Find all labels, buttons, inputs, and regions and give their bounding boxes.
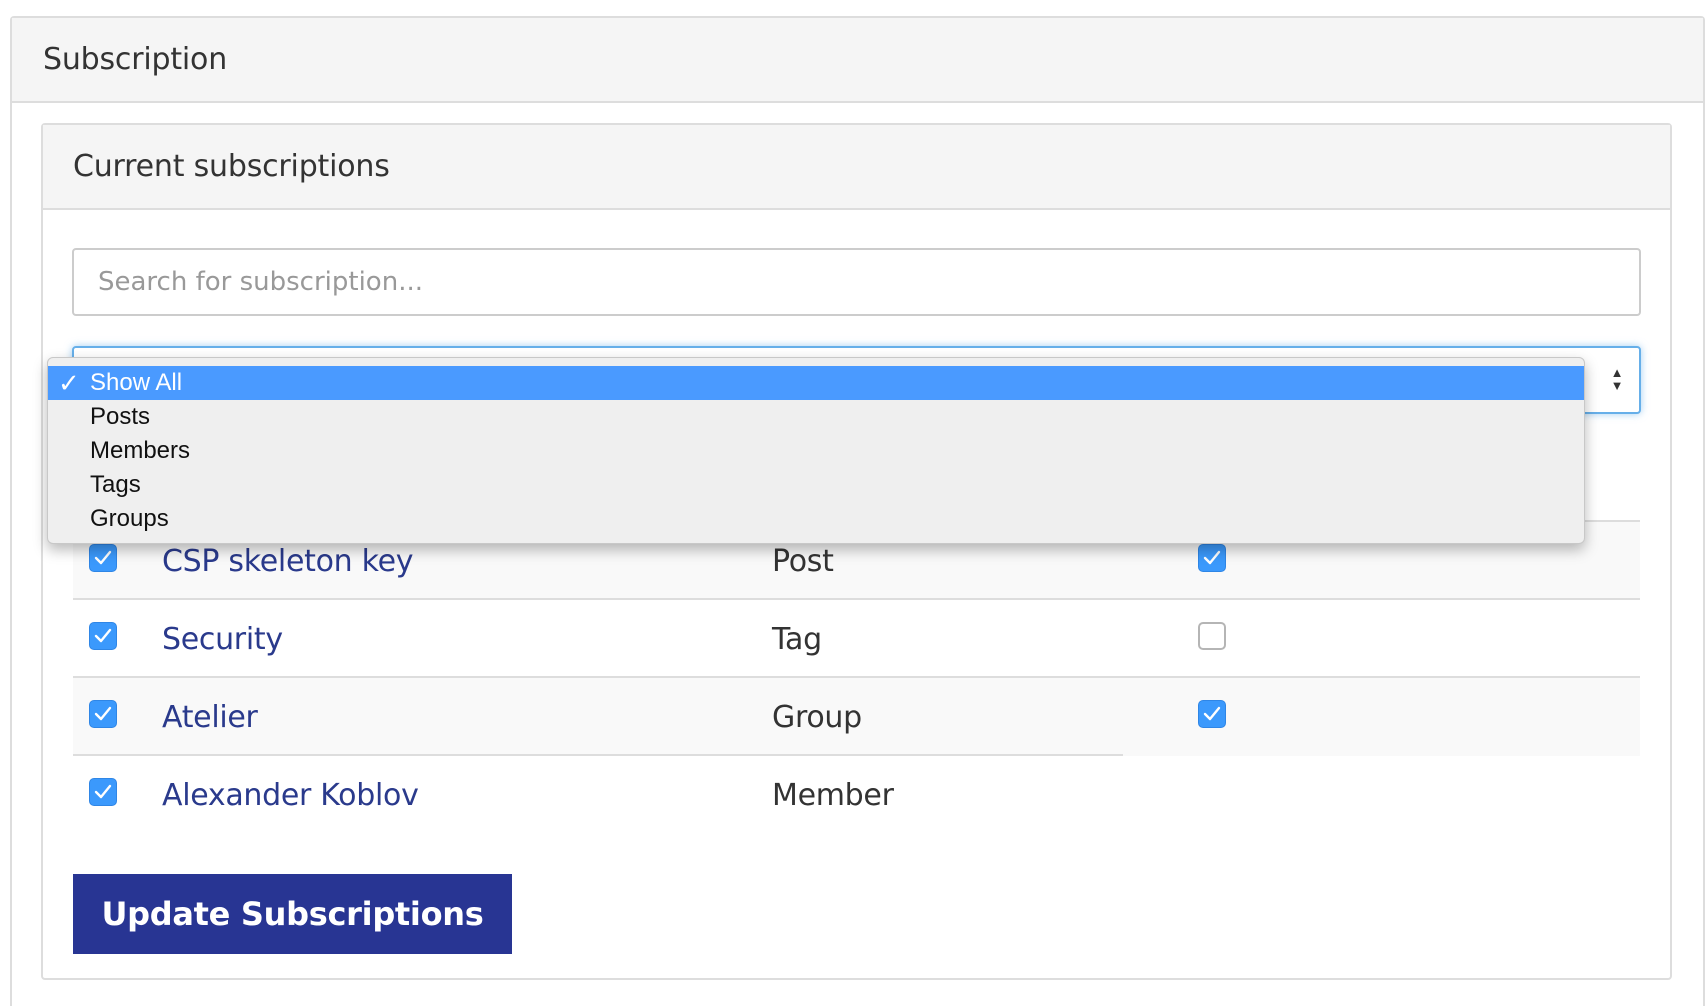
filter-option-label: Members xyxy=(90,437,191,464)
subscription-type: Tag xyxy=(772,622,822,657)
update-subscriptions-button[interactable]: Update Subscriptions xyxy=(73,874,512,954)
subscribe-checkbox[interactable] xyxy=(89,778,117,806)
check-icon xyxy=(94,706,112,721)
filter-option-label: Posts xyxy=(90,403,151,430)
subscribe-checkbox[interactable] xyxy=(89,544,117,572)
subscription-name-link[interactable]: CSP skeleton key xyxy=(162,544,413,579)
filter-option-label: Tags xyxy=(90,471,141,498)
filter-option-tags[interactable]: Tags xyxy=(48,468,1584,502)
select-arrows-icon: ▲ ▼ xyxy=(1610,365,1624,393)
filter-option-posts[interactable]: Posts xyxy=(48,400,1584,434)
subscribe-checkbox[interactable] xyxy=(89,622,117,650)
option-checkbox[interactable] xyxy=(1198,700,1226,728)
subscription-type: Post xyxy=(772,544,834,579)
current-subscriptions-heading: Current subscriptions xyxy=(43,125,1670,210)
filter-dropdown-menu: ✓ Show All Posts Members Tags Groups xyxy=(47,357,1585,544)
subscription-type: Group xyxy=(772,700,862,735)
option-checkbox[interactable] xyxy=(1198,622,1226,650)
check-icon xyxy=(94,628,112,643)
subscription-name-link[interactable]: Security xyxy=(162,622,283,657)
check-icon xyxy=(94,784,112,799)
check-icon xyxy=(1203,706,1221,721)
check-icon xyxy=(1203,550,1221,565)
checkmark-icon: ✓ xyxy=(58,368,80,398)
subscription-name-link[interactable]: Alexander Koblov xyxy=(162,778,419,813)
subscribe-checkbox[interactable] xyxy=(89,700,117,728)
filter-option-members[interactable]: Members xyxy=(48,434,1584,468)
subscription-panel-heading: Subscription xyxy=(12,18,1703,103)
option-checkbox[interactable] xyxy=(1198,544,1226,572)
filter-option-groups[interactable]: Groups xyxy=(48,502,1584,536)
table-row: Atelier Group xyxy=(73,678,1640,756)
table-row: Security Tag xyxy=(73,600,1640,678)
filter-option-show-all[interactable]: ✓ Show All xyxy=(48,366,1584,400)
current-subscriptions-title: Current subscriptions xyxy=(73,149,390,184)
filter-option-label: Show All xyxy=(90,369,183,396)
filter-option-label: Groups xyxy=(90,505,169,532)
subscription-name-link[interactable]: Atelier xyxy=(162,700,258,735)
subscription-type: Member xyxy=(772,778,894,813)
subscription-panel-title: Subscription xyxy=(43,42,228,77)
search-input[interactable] xyxy=(72,248,1641,316)
check-icon xyxy=(94,550,112,565)
table-row: Alexander Koblov Member xyxy=(73,756,1640,834)
